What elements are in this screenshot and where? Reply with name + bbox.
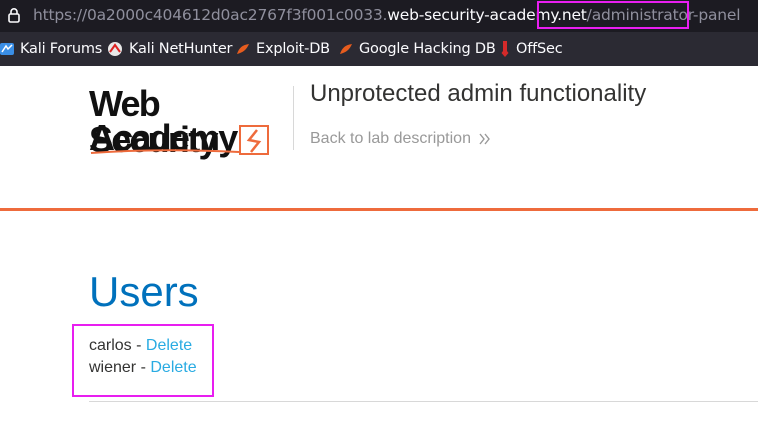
header-accent-rule: [0, 208, 758, 211]
back-link-label: Back to lab description: [310, 130, 471, 147]
web-security-academy-logo[interactable]: Web Security Academy: [89, 86, 289, 160]
offsec-icon: [501, 41, 509, 57]
users-list-highlight-box: [72, 324, 214, 397]
google-hacking-db-icon: [340, 44, 352, 54]
browser-url-bar[interactable]: https://0a2000c404612d0ac2767f3f001c0033…: [0, 0, 758, 32]
back-to-lab-link[interactable]: Back to lab description: [310, 130, 491, 148]
bookmark-label: OffSec: [516, 41, 563, 57]
bookmark-label: Kali Forums: [20, 41, 103, 57]
url-scheme: https://: [33, 6, 87, 24]
kali-nethunter-icon: [108, 42, 122, 56]
bookmark-kali-forums[interactable]: Kali Forums: [0, 40, 102, 58]
users-heading: Users: [89, 268, 199, 315]
bookmark-kali-nethunter[interactable]: Kali NetHunter: [107, 40, 233, 58]
content-divider: [89, 401, 758, 402]
bookmark-label: Exploit-DB: [256, 41, 330, 57]
double-chevron-right-icon: [479, 133, 490, 145]
bookmark-label: Kali NetHunter: [129, 41, 233, 57]
lock-icon: [8, 8, 20, 23]
logo-flash-icon: [90, 125, 269, 155]
url-subdomain: 0a2000c404612d0ac2767f3f001c0033.: [86, 6, 388, 24]
bookmarks-toolbar: Kali Forums Kali NetHunter Exploit-DB Go…: [0, 32, 758, 66]
url-path-highlight-box: [537, 1, 689, 29]
kali-forums-icon: [0, 43, 14, 55]
bookmark-google-hacking-db[interactable]: Google Hacking DB: [339, 40, 496, 58]
lab-title: Unprotected admin functionality: [310, 80, 647, 107]
bookmark-exploit-db[interactable]: Exploit-DB: [236, 40, 330, 58]
bookmark-label: Google Hacking DB: [359, 41, 496, 57]
header-divider: [293, 86, 294, 150]
exploit-db-icon: [237, 44, 249, 54]
bookmark-offsec[interactable]: OffSec: [500, 40, 563, 58]
